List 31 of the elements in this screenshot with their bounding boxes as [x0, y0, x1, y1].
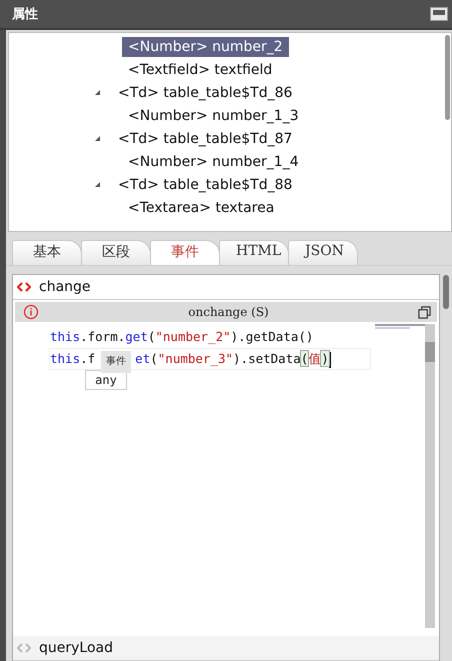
tree-item[interactable]: <Td> table_table$Td_88 — [112, 174, 298, 194]
tree-item[interactable]: <Number> number_1_4 — [122, 152, 305, 172]
panel-title: 属性 — [12, 6, 38, 23]
tab[interactable]: 区段 — [81, 240, 151, 265]
tree-item[interactable]: <Textarea> textarea — [122, 198, 280, 218]
panel-scrollbar[interactable] — [443, 275, 449, 309]
text-cursor — [328, 352, 331, 368]
tree-item[interactable]: <Number> number_1_3 — [122, 106, 305, 126]
tree-item[interactable]: <Number> number_2 — [122, 36, 289, 56]
tree-item[interactable]: <Td> table_table$Td_86 — [112, 82, 298, 102]
scrollbar-thumb[interactable] — [445, 35, 450, 120]
tab[interactable]: HTML — [219, 240, 289, 265]
info-icon[interactable] — [23, 304, 39, 320]
maximize-icon[interactable] — [430, 7, 448, 21]
tab[interactable]: 基本 — [12, 240, 82, 265]
code-line: this.form.get("number_2").getData() — [49, 328, 314, 346]
tree-item[interactable]: <Textfield> textfield — [122, 60, 278, 80]
autocomplete-popup[interactable]: any — [85, 370, 127, 390]
restore-window-icon[interactable] — [418, 306, 431, 318]
editor-scrollbar[interactable] — [425, 324, 435, 628]
event-name[interactable]: change — [39, 279, 91, 295]
expand-triangle-icon[interactable] — [95, 136, 100, 141]
tooltip: 事件 — [101, 351, 132, 373]
editor-title: onchange (S) — [187, 305, 270, 319]
expand-triangle-icon[interactable] — [95, 90, 100, 95]
tab[interactable]: JSON — [288, 240, 358, 265]
tab[interactable]: 事件 — [150, 240, 220, 265]
tree-item[interactable]: <Td> table_table$Td_87 — [112, 128, 298, 148]
expand-triangle-icon[interactable] — [95, 182, 100, 187]
event-name[interactable]: queryLoad — [39, 640, 113, 656]
minimap-drawing — [375, 324, 425, 330]
